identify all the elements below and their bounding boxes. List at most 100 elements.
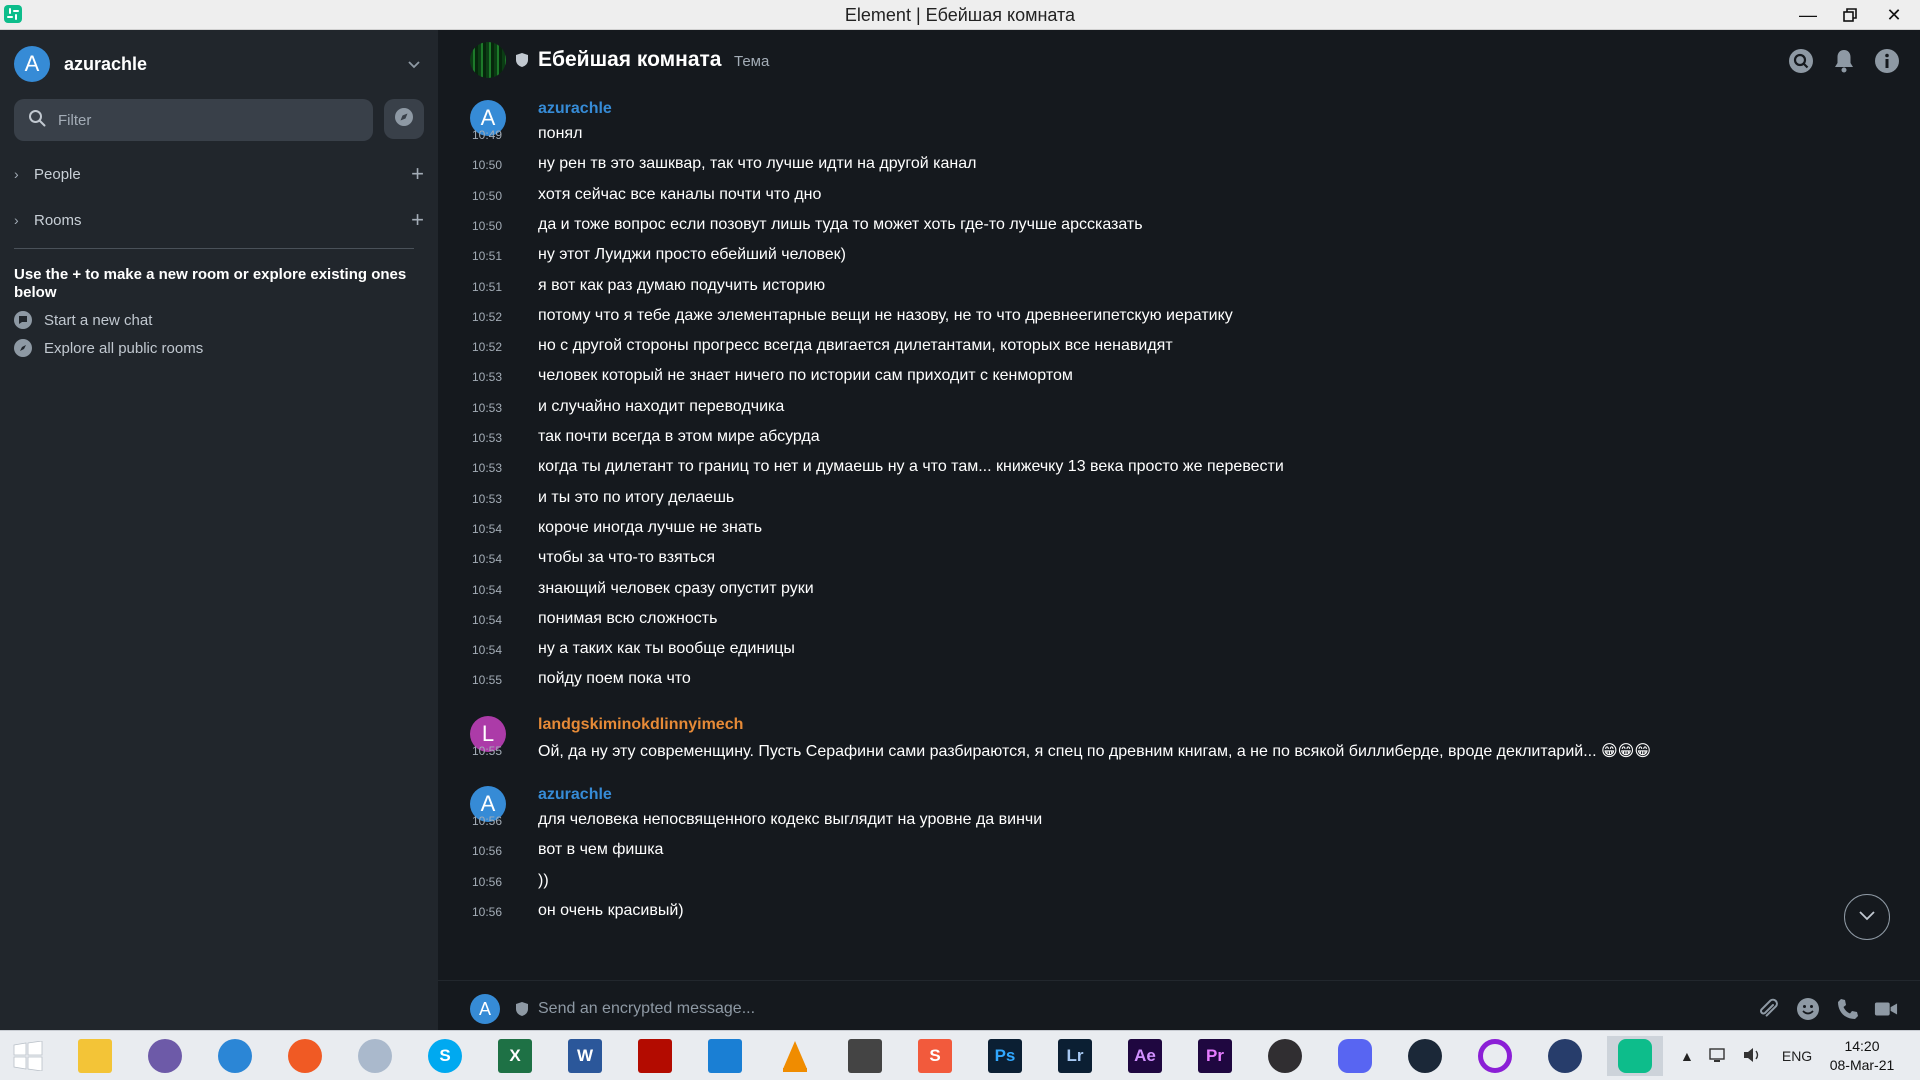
message-timeline[interactable]: Aazurachle 10:49 понял 10:50 ну рен тв это з… (438, 100, 1920, 998)
message-timestamp: 10:52 (472, 340, 503, 355)
lightroom-icon[interactable]: Lr (1047, 1036, 1103, 1076)
account-menu[interactable]: A azurachle (14, 46, 424, 82)
network-icon[interactable] (1708, 1047, 1728, 1066)
message-row[interactable]: 10:51 ну этот Луиджи просто ебейший челов… (438, 241, 1920, 271)
message-row[interactable]: 10:56 для человека непосвященного кодекс … (438, 806, 1920, 836)
add-room-button[interactable]: + (411, 209, 424, 231)
message-row[interactable]: 10:53 человек который не знает ничего по … (438, 362, 1920, 392)
room-header: Ебейшая комната Тема (438, 30, 1920, 90)
section-label: People (34, 165, 81, 183)
message-row[interactable]: 10:54 понимая всю сложность (438, 605, 1920, 635)
volume-icon[interactable] (1742, 1047, 1762, 1066)
tray-overflow-icon[interactable]: ▲ (1680, 1048, 1694, 1064)
minimize-button[interactable]: — (1788, 0, 1828, 30)
start-new-chat-label: Start a new chat (44, 311, 153, 329)
message-row[interactable]: 10:52 потому что я тебе даже элементарные… (438, 302, 1920, 332)
message-row[interactable]: 10:50 хотя сейчас все каналы почти что дн… (438, 181, 1920, 211)
message-row[interactable]: 10:49 понял (438, 120, 1920, 150)
message-row[interactable]: 10:56)) (438, 867, 1920, 897)
room-info-icon[interactable] (1874, 48, 1900, 74)
file-explorer-icon[interactable] (67, 1036, 123, 1076)
sender-name[interactable]: azurachle (538, 100, 612, 118)
message-row[interactable]: 10:55 Ой, да ну эту современщину. Пусть С… (438, 736, 1920, 766)
obs-icon[interactable] (1257, 1036, 1313, 1076)
message-row[interactable]: 10:54 ну а таких как ты вообще единицы (438, 635, 1920, 665)
message-row[interactable]: 10:51 я вот как раз думаю подучить истори… (438, 272, 1920, 302)
explore-rooms-button[interactable] (384, 99, 424, 139)
firefox-icon[interactable] (277, 1036, 333, 1076)
input-language[interactable]: ENG (1782, 1048, 1812, 1064)
room-name[interactable]: Ебейшая комната (538, 48, 721, 72)
message-row[interactable]: 10:50 да и тоже вопрос если позовут лишь … (438, 211, 1920, 241)
room-topic[interactable]: Тема (734, 53, 769, 70)
message-timestamp: 10:55 (472, 673, 503, 688)
message-row[interactable]: 10:52 но с другой стороны прогресс всегда… (438, 332, 1920, 362)
room-filter-input[interactable]: Filter (14, 99, 373, 141)
jump-to-latest-button[interactable] (1844, 894, 1890, 940)
vscode-icon[interactable] (697, 1036, 753, 1076)
message-row[interactable]: 10:50 ну рен тв это зашквар, так что лучш… (438, 150, 1920, 180)
search-icon[interactable] (1788, 48, 1814, 74)
vlc-icon[interactable] (767, 1036, 823, 1076)
notifications-bell-icon[interactable] (1831, 48, 1857, 74)
cortana-ring-icon[interactable] (1467, 1036, 1523, 1076)
room-view: Ебейшая комната Тема Aazurachle 10:49 поня… (438, 30, 1920, 1030)
sublime-icon[interactable]: S (907, 1036, 963, 1076)
windows-start-icon[interactable] (0, 1036, 56, 1076)
restore-button[interactable] (1830, 0, 1870, 30)
sender-name[interactable]: azurachle (538, 786, 612, 804)
word-icon[interactable]: W (557, 1036, 613, 1076)
close-button[interactable]: ✕ (1874, 0, 1914, 30)
message-body: для человека непосвященного кодекс выгля… (538, 811, 1043, 828)
premiere-icon[interactable]: Pr (1187, 1036, 1243, 1076)
message-row[interactable]: 10:53 так почти всегда в этом мире абсурд… (438, 423, 1920, 453)
message-row[interactable]: 10:53 когда ты дилетант то границ то нет … (438, 453, 1920, 483)
sender-name[interactable]: landgskiminokdlinnyimech (538, 716, 743, 734)
browser-globe-icon[interactable] (207, 1036, 263, 1076)
message-body: Ой, да ну эту современщину. Пусть Серафи… (538, 742, 1652, 760)
section-rooms[interactable]: › Rooms + (14, 208, 424, 232)
window-title: Element | Ебейшая комната (844, 5, 1076, 25)
excel-icon[interactable]: X (487, 1036, 543, 1076)
message-body: ну этот Луиджи просто ебейший человек) (538, 246, 846, 264)
message-row[interactable]: 10:54 знающий человек сразу опустит руки (438, 575, 1920, 605)
add-person-button[interactable]: + (411, 163, 424, 185)
after-effects-icon[interactable]: Ae (1117, 1036, 1173, 1076)
message-row[interactable]: 10:54 короче иногда лучше не знать (438, 514, 1920, 544)
element-icon[interactable] (1607, 1036, 1663, 1076)
chat-bubble-icon (14, 311, 32, 329)
start-new-chat-link[interactable]: Start a new chat (14, 310, 424, 330)
message-row[interactable]: 10:53 и случайно находит переводчика (438, 393, 1920, 423)
system-clock[interactable]: 14:20 08-Mar-21 (1812, 1037, 1912, 1075)
moon-app-icon[interactable] (347, 1036, 403, 1076)
message-row[interactable]: 10:56 он очень красивый) (438, 897, 1920, 927)
video-call-icon[interactable] (1874, 997, 1898, 1021)
qbittorrent-icon[interactable] (137, 1036, 193, 1076)
voice-call-icon[interactable] (1836, 997, 1860, 1021)
message-row[interactable]: 10:56 вот в чем фишка (438, 836, 1920, 866)
paperclip-icon[interactable] (1756, 997, 1780, 1021)
chevron-right-icon: › (14, 166, 19, 182)
skype-icon[interactable]: S (417, 1036, 473, 1076)
photoshop-icon[interactable]: Ps (977, 1036, 1033, 1076)
chevron-down-icon (1859, 908, 1875, 926)
section-people[interactable]: › People + (14, 162, 424, 186)
message-row[interactable]: 10:54 чтобы за что-то взяться (438, 544, 1920, 574)
acrobat-icon[interactable] (627, 1036, 683, 1076)
clock-time: 14:20 (1844, 1038, 1880, 1054)
message-body: вот в чем фишка (538, 841, 664, 859)
message-row[interactable]: 10:53 и ты это по итогу делаешь (438, 484, 1920, 514)
steam-icon[interactable] (1397, 1036, 1453, 1076)
discord-icon[interactable] (1327, 1036, 1383, 1076)
message-row[interactable]: 10:55 пойду поем пока что (438, 665, 1920, 695)
explore-public-rooms-link[interactable]: Explore all public rooms (14, 338, 424, 358)
room-avatar[interactable] (470, 42, 506, 78)
message-input[interactable]: Send an encrypted message... (538, 1000, 755, 1018)
keepass-icon[interactable] (1537, 1036, 1593, 1076)
message-timestamp: 10:50 (472, 158, 503, 173)
downloader-icon[interactable] (837, 1036, 893, 1076)
message-body: ну а таких как ты вообще единицы (538, 640, 795, 658)
emoji-icon[interactable] (1796, 997, 1820, 1021)
section-label: Rooms (34, 211, 82, 229)
chevron-down-icon (408, 56, 420, 72)
